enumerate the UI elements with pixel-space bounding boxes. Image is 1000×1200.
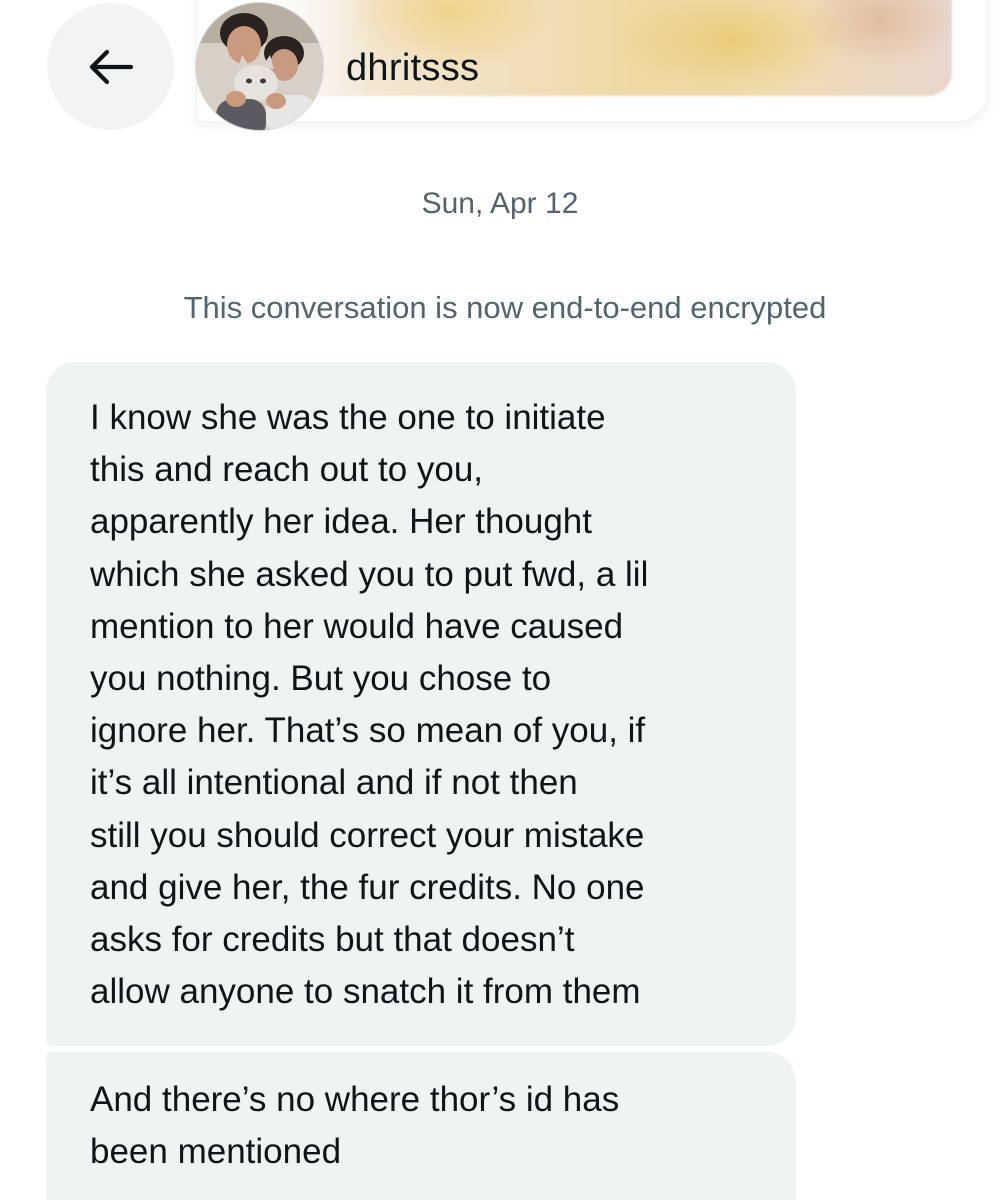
message-line: this and reach out to you,	[90, 450, 484, 490]
username[interactable]: dhritsss	[346, 40, 479, 96]
message-line: and give her, the fur credits. No one	[90, 867, 645, 907]
arrow-left-icon	[89, 49, 133, 85]
message-line: been mentioned	[90, 1132, 342, 1172]
message-line: ignore her. That’s so mean of you, if	[90, 711, 646, 751]
message-line: asks for credits but that doesn’t	[90, 920, 575, 960]
message-bubble[interactable]: I know she was the one to initiate this …	[46, 362, 796, 1046]
dm-conversation-screen: dhritsss Sun, Apr 12 This conversation i…	[0, 0, 1000, 1200]
message-line: which she asked you to put fwd, a lil	[90, 554, 649, 594]
date-divider: Sun, Apr 12	[421, 187, 579, 220]
message-line: it’s all intentional and if not then	[90, 763, 578, 803]
avatar[interactable]	[195, 2, 324, 131]
message-bubble[interactable]: And there’s no where thor’s id has been …	[46, 1052, 796, 1200]
message-line: allow anyone to snatch it from them	[90, 972, 641, 1012]
message-line: you nothing. But you chose to	[90, 659, 552, 699]
message-line: apparently her idea. Her thought	[90, 502, 592, 542]
message-line: I know she was the one to initiate	[90, 398, 606, 437]
message-line: And there’s no where thor’s id has	[90, 1080, 620, 1119]
message-line: still you should correct your mistake	[90, 815, 645, 855]
encryption-notice: This conversation is now end-to-end encr…	[183, 290, 827, 325]
message-line: mention to her would have caused	[90, 606, 624, 646]
back-button[interactable]	[47, 3, 174, 130]
